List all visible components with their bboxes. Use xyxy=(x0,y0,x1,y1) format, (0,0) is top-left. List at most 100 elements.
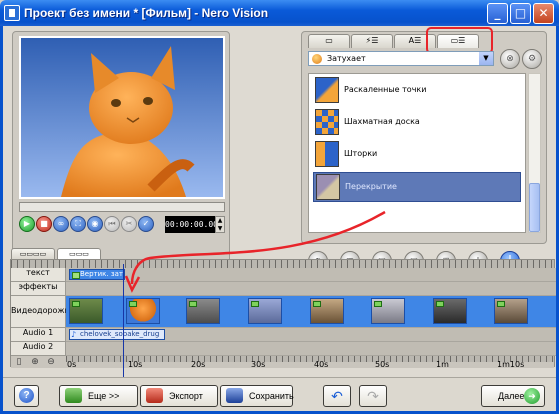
tab-timeline[interactable]: ▭▭▭ xyxy=(57,248,101,259)
zoom-out-icon[interactable]: ⊖ xyxy=(45,356,57,368)
effect-properties-icon[interactable]: ⚙ xyxy=(522,49,542,69)
scrollbar-thumb[interactable] xyxy=(529,183,540,232)
effect-thumbnail xyxy=(315,109,339,135)
save-button[interactable]: Сохранить xyxy=(220,385,294,407)
scale-label: 50s xyxy=(375,360,390,369)
next-button[interactable]: Далее ➜ xyxy=(481,385,545,407)
text-row: текст Вертик. зат xyxy=(11,268,556,282)
stop-button[interactable]: ■ xyxy=(36,216,52,232)
undo-button[interactable]: ↶ xyxy=(323,385,351,407)
confirm-button[interactable]: ✓ xyxy=(138,216,154,232)
save-icon xyxy=(226,388,243,403)
bottom-toolbar: ? Еще >> Экспорт Сохранить ↶ ↷ Далее ➜ xyxy=(3,377,556,411)
maximize-button[interactable]: □ xyxy=(510,3,531,24)
tab-media[interactable]: ▭ xyxy=(308,34,350,48)
timecode-spinner[interactable]: ▲ ▼ xyxy=(215,216,225,233)
audio1-track[interactable]: chelovek_sobake_drug xyxy=(66,328,556,342)
cat-photo xyxy=(21,38,223,197)
dropdown-arrow-icon[interactable]: ▼ xyxy=(479,52,493,65)
export-label: Экспорт xyxy=(169,391,203,401)
more-icon xyxy=(65,388,82,403)
category-value: Затухает xyxy=(327,54,366,63)
fullscreen-button[interactable]: ⛶ xyxy=(70,216,86,232)
video-clip[interactable] xyxy=(69,298,103,324)
video-preview xyxy=(19,36,225,199)
export-button[interactable]: Экспорт xyxy=(140,385,218,407)
audio2-track[interactable] xyxy=(66,342,556,356)
effect-item[interactable]: Шторки xyxy=(313,140,521,170)
loop-button[interactable]: ∞ xyxy=(53,216,69,232)
help-button[interactable]: ? xyxy=(14,385,39,407)
scale-label: 10s xyxy=(128,360,143,369)
scale-label: 1m xyxy=(436,360,449,369)
effect-label: Шторки xyxy=(344,149,378,158)
video-clip[interactable] xyxy=(494,298,528,324)
timeline-ruler-top xyxy=(11,260,554,268)
clip-marker-icon xyxy=(189,301,197,307)
category-select[interactable]: Затухает ▼ xyxy=(308,51,494,66)
remove-effect-icon[interactable]: ⊗ xyxy=(500,49,520,69)
effect-item[interactable]: Раскаленные точки xyxy=(313,76,521,106)
effects-track[interactable] xyxy=(66,282,556,296)
effect-item-selected[interactable]: Перекрытие xyxy=(313,172,521,202)
zoom-tools: ▯ ⊕ ⊖ xyxy=(13,356,57,368)
effect-label: Шахматная доска xyxy=(344,117,420,126)
zoom-in-icon[interactable]: ⊕ xyxy=(29,356,41,368)
scale-label: 20s xyxy=(191,360,206,369)
video-clip[interactable] xyxy=(371,298,405,324)
video-row: Видеодорожка xyxy=(11,296,556,328)
next-label: Далее xyxy=(498,391,525,401)
text-clip[interactable]: Вертик. зат xyxy=(69,269,125,280)
timeline-scale: 0s 10s 20s 30s 40s 50s 1m 1m10s ▯ ⊕ ⊖ xyxy=(11,356,554,369)
video-clip[interactable] xyxy=(433,298,467,324)
scale-label: 40s xyxy=(314,360,329,369)
effects-row: эффекты xyxy=(11,282,556,296)
play-button[interactable]: ▶ xyxy=(19,216,35,232)
effects-scrollbar[interactable] xyxy=(528,73,541,233)
video-clip[interactable] xyxy=(126,298,160,324)
scale-label: 30s xyxy=(251,360,266,369)
nero-app-icon xyxy=(4,5,20,21)
effect-label: Раскаленные точки xyxy=(344,85,427,94)
clip-marker-icon xyxy=(313,301,321,307)
timecode-display[interactable]: 00:00:00.00 xyxy=(165,216,218,233)
cut-button[interactable]: ✂ xyxy=(121,216,137,232)
video-track[interactable] xyxy=(66,296,556,328)
clip-marker-icon xyxy=(497,301,505,307)
video-clip[interactable] xyxy=(248,298,282,324)
title-bar: Проект без имени * [Фильм] - Nero Vision… xyxy=(0,0,559,26)
playback-controls: ▶ ■ ∞ ⛶ ◉ ⏮ ✂ ✓ xyxy=(19,216,154,236)
effect-item[interactable]: Шахматная доска xyxy=(313,108,521,138)
tab-effects[interactable]: ⚡☰ xyxy=(351,34,393,48)
redo-button[interactable]: ↷ xyxy=(359,385,387,407)
clip-marker-icon xyxy=(251,301,259,307)
more-label: Еще >> xyxy=(88,391,120,401)
tab-storyboard[interactable]: ▭▭▭▭ xyxy=(11,248,55,259)
page-icon[interactable]: ▯ xyxy=(13,356,25,368)
prev-frame-button[interactable]: ⏮ xyxy=(104,216,120,232)
text-track[interactable]: Вертик. зат xyxy=(66,268,556,282)
video-clip[interactable] xyxy=(186,298,220,324)
row-label-audio2: Audio 2 xyxy=(11,342,66,356)
effect-thumbnail xyxy=(315,141,339,167)
close-button[interactable]: ✕ xyxy=(533,3,554,24)
save-label: Сохранить xyxy=(249,391,294,401)
window-title: Проект без имени * [Фильм] - Nero Vision xyxy=(24,6,269,20)
effects-list: Раскаленные точки Шахматная доска Шторки… xyxy=(308,73,526,233)
seek-bar[interactable] xyxy=(19,202,225,212)
clip-marker-icon xyxy=(374,301,382,307)
playhead[interactable] xyxy=(123,264,124,392)
preview-panel: ▶ ■ ∞ ⛶ ◉ ⏮ ✂ ✓ 00:00:00.00 ▲ ▼ xyxy=(12,31,230,263)
redo-icon: ↷ xyxy=(367,388,379,404)
more-button[interactable]: Еще >> xyxy=(59,385,138,407)
effect-label: Перекрытие xyxy=(345,182,397,191)
row-label-effects: эффекты xyxy=(11,282,66,296)
video-clip[interactable] xyxy=(310,298,344,324)
minimize-button[interactable]: _ xyxy=(487,3,508,24)
audio-clip[interactable]: chelovek_sobake_drug xyxy=(69,329,165,340)
row-label-video: Видеодорожка xyxy=(11,296,74,328)
scale-label: 0s xyxy=(67,360,77,369)
effect-thumbnail xyxy=(316,174,340,200)
snapshot-button[interactable]: ◉ xyxy=(87,216,103,232)
row-label-audio1: Audio 1 xyxy=(11,328,66,342)
